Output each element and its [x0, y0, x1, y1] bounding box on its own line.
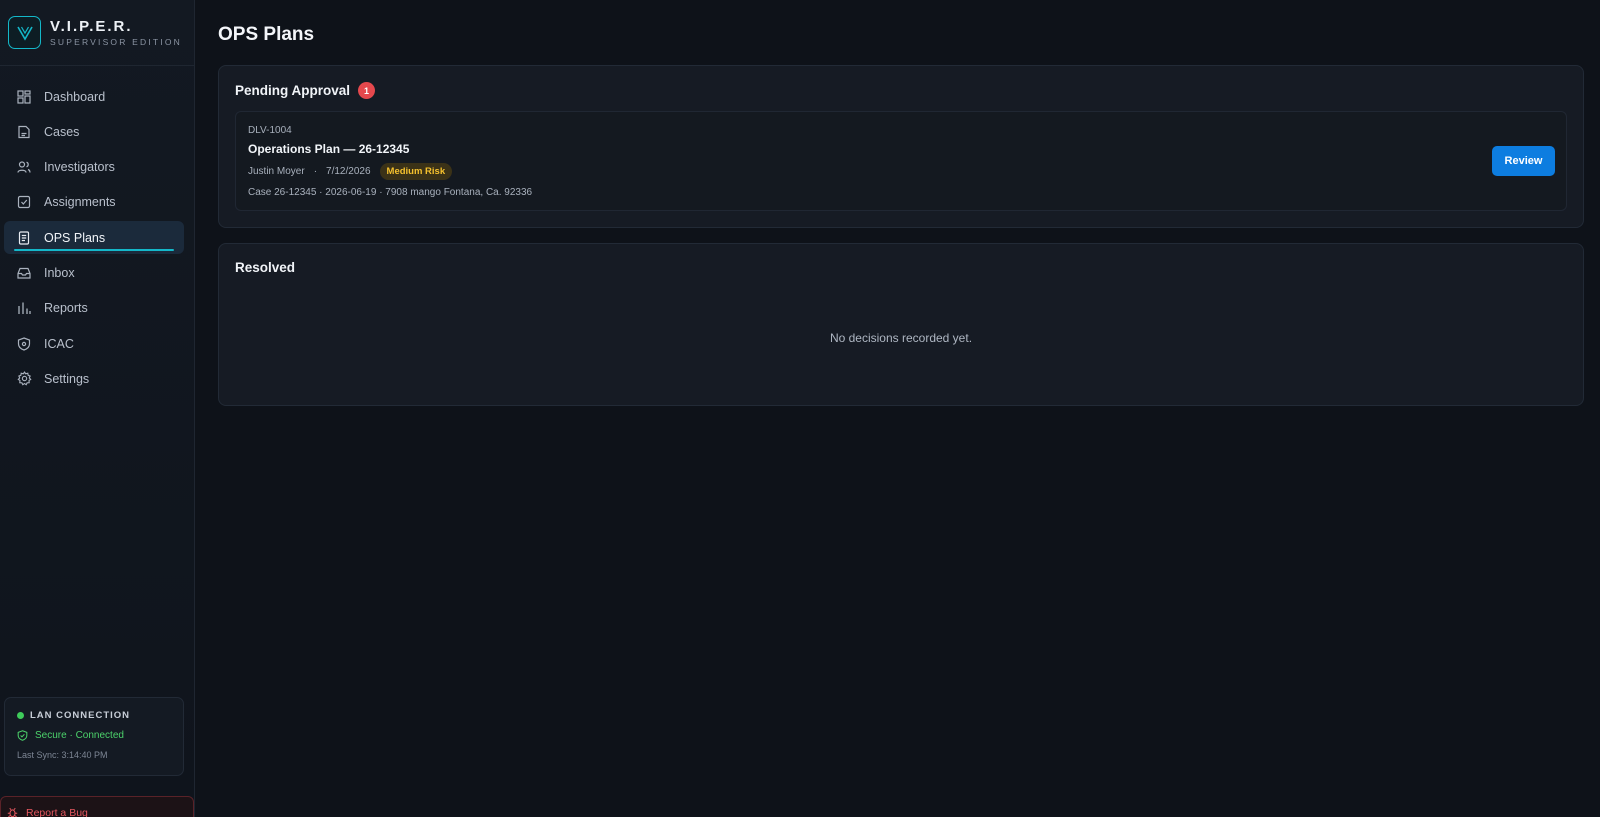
- sidebar-item-label: ICAC: [44, 336, 74, 351]
- last-sync-text: Last Sync: 3:14:40 PM: [17, 750, 108, 760]
- resolved-heading: Resolved: [235, 260, 296, 275]
- status-dot-icon: [17, 712, 24, 719]
- sidebar-nav: Dashboard Cases Investigators Assignment…: [0, 66, 194, 395]
- plan-author: Justin Moyer: [248, 166, 305, 177]
- resolved-panel: Resolved No decisions recorded yet.: [218, 243, 1584, 406]
- pending-heading: Pending Approval: [235, 83, 351, 98]
- page-title: OPS Plans: [218, 24, 315, 45]
- checkbox-icon: [16, 194, 32, 210]
- meta-separator: ·: [313, 166, 318, 177]
- sidebar-item-label: Dashboard: [44, 89, 106, 104]
- sidebar-item-reports[interactable]: Reports: [4, 292, 184, 325]
- sidebar-item-label: Reports: [44, 301, 88, 316]
- sidebar-item-label: Assignments: [44, 195, 116, 210]
- sidebar-item-dashboard[interactable]: Dashboard: [4, 80, 184, 113]
- sidebar-item-label: Cases: [44, 124, 80, 139]
- empty-state-text: No decisions recorded yet.: [829, 331, 973, 345]
- report-bug-button[interactable]: Report a Bug: [0, 796, 194, 817]
- review-button[interactable]: Review: [1492, 146, 1555, 176]
- gear-icon: [16, 371, 32, 387]
- pending-approval-panel: Pending Approval 1 DLV-1004 Operations P…: [218, 65, 1584, 228]
- users-icon: [16, 159, 32, 175]
- pending-count-badge: 1: [358, 82, 376, 99]
- viper-logo-icon: [8, 16, 41, 49]
- sidebar-item-label: Settings: [44, 371, 90, 386]
- lan-connection-panel: LAN CONNECTION Secure · Connected Last S…: [4, 697, 184, 776]
- plan-date: 7/12/2026: [326, 166, 371, 177]
- sidebar-item-cases[interactable]: Cases: [4, 115, 184, 148]
- document-icon: [16, 230, 32, 246]
- sidebar-item-inbox[interactable]: Inbox: [4, 256, 184, 289]
- report-bug-label: Report a Bug: [26, 807, 88, 817]
- inbox-icon: [16, 265, 32, 281]
- sidebar-item-assignments[interactable]: Assignments: [4, 186, 184, 219]
- lan-heading: LAN CONNECTION: [30, 710, 131, 721]
- sidebar-item-icac[interactable]: ICAC: [4, 327, 184, 360]
- shield-check-icon: [17, 730, 28, 741]
- brand: V.I.P.E.R. SUPERVISOR EDITION: [0, 0, 194, 66]
- folder-icon: [16, 124, 32, 140]
- sidebar-item-label: Inbox: [44, 265, 75, 280]
- plan-card[interactable]: DLV-1004 Operations Plan — 26-12345 Just…: [235, 111, 1567, 211]
- brand-title: V.I.P.E.R.: [50, 18, 133, 35]
- sidebar-item-label: OPS Plans: [44, 230, 106, 245]
- dashboard-icon: [16, 89, 32, 105]
- main-content: OPS Plans Pending Approval 1 DLV-1004 Op…: [195, 0, 1600, 817]
- shield-icon: [16, 336, 32, 352]
- sidebar: V.I.P.E.R. SUPERVISOR EDITION Dashboard: [0, 0, 195, 817]
- brand-subtitle: SUPERVISOR EDITION: [50, 37, 183, 47]
- sidebar-item-settings[interactable]: Settings: [4, 362, 184, 395]
- plan-id: DLV-1004: [248, 125, 292, 136]
- risk-badge: Medium Risk: [379, 163, 453, 180]
- bar-chart-icon: [16, 300, 32, 316]
- bug-icon: [7, 807, 18, 817]
- plan-detail: Case 26-12345 · 2026-06-19 · 7908 mango …: [248, 187, 533, 198]
- sidebar-item-label: Investigators: [44, 160, 115, 175]
- sidebar-item-ops-plans[interactable]: OPS Plans: [4, 221, 184, 255]
- lan-status-text: Secure · Connected: [35, 730, 124, 741]
- app: V.I.P.E.R. SUPERVISOR EDITION Dashboard: [0, 0, 1600, 817]
- plan-title: Operations Plan — 26-12345: [248, 142, 410, 156]
- sidebar-item-investigators[interactable]: Investigators: [4, 151, 184, 184]
